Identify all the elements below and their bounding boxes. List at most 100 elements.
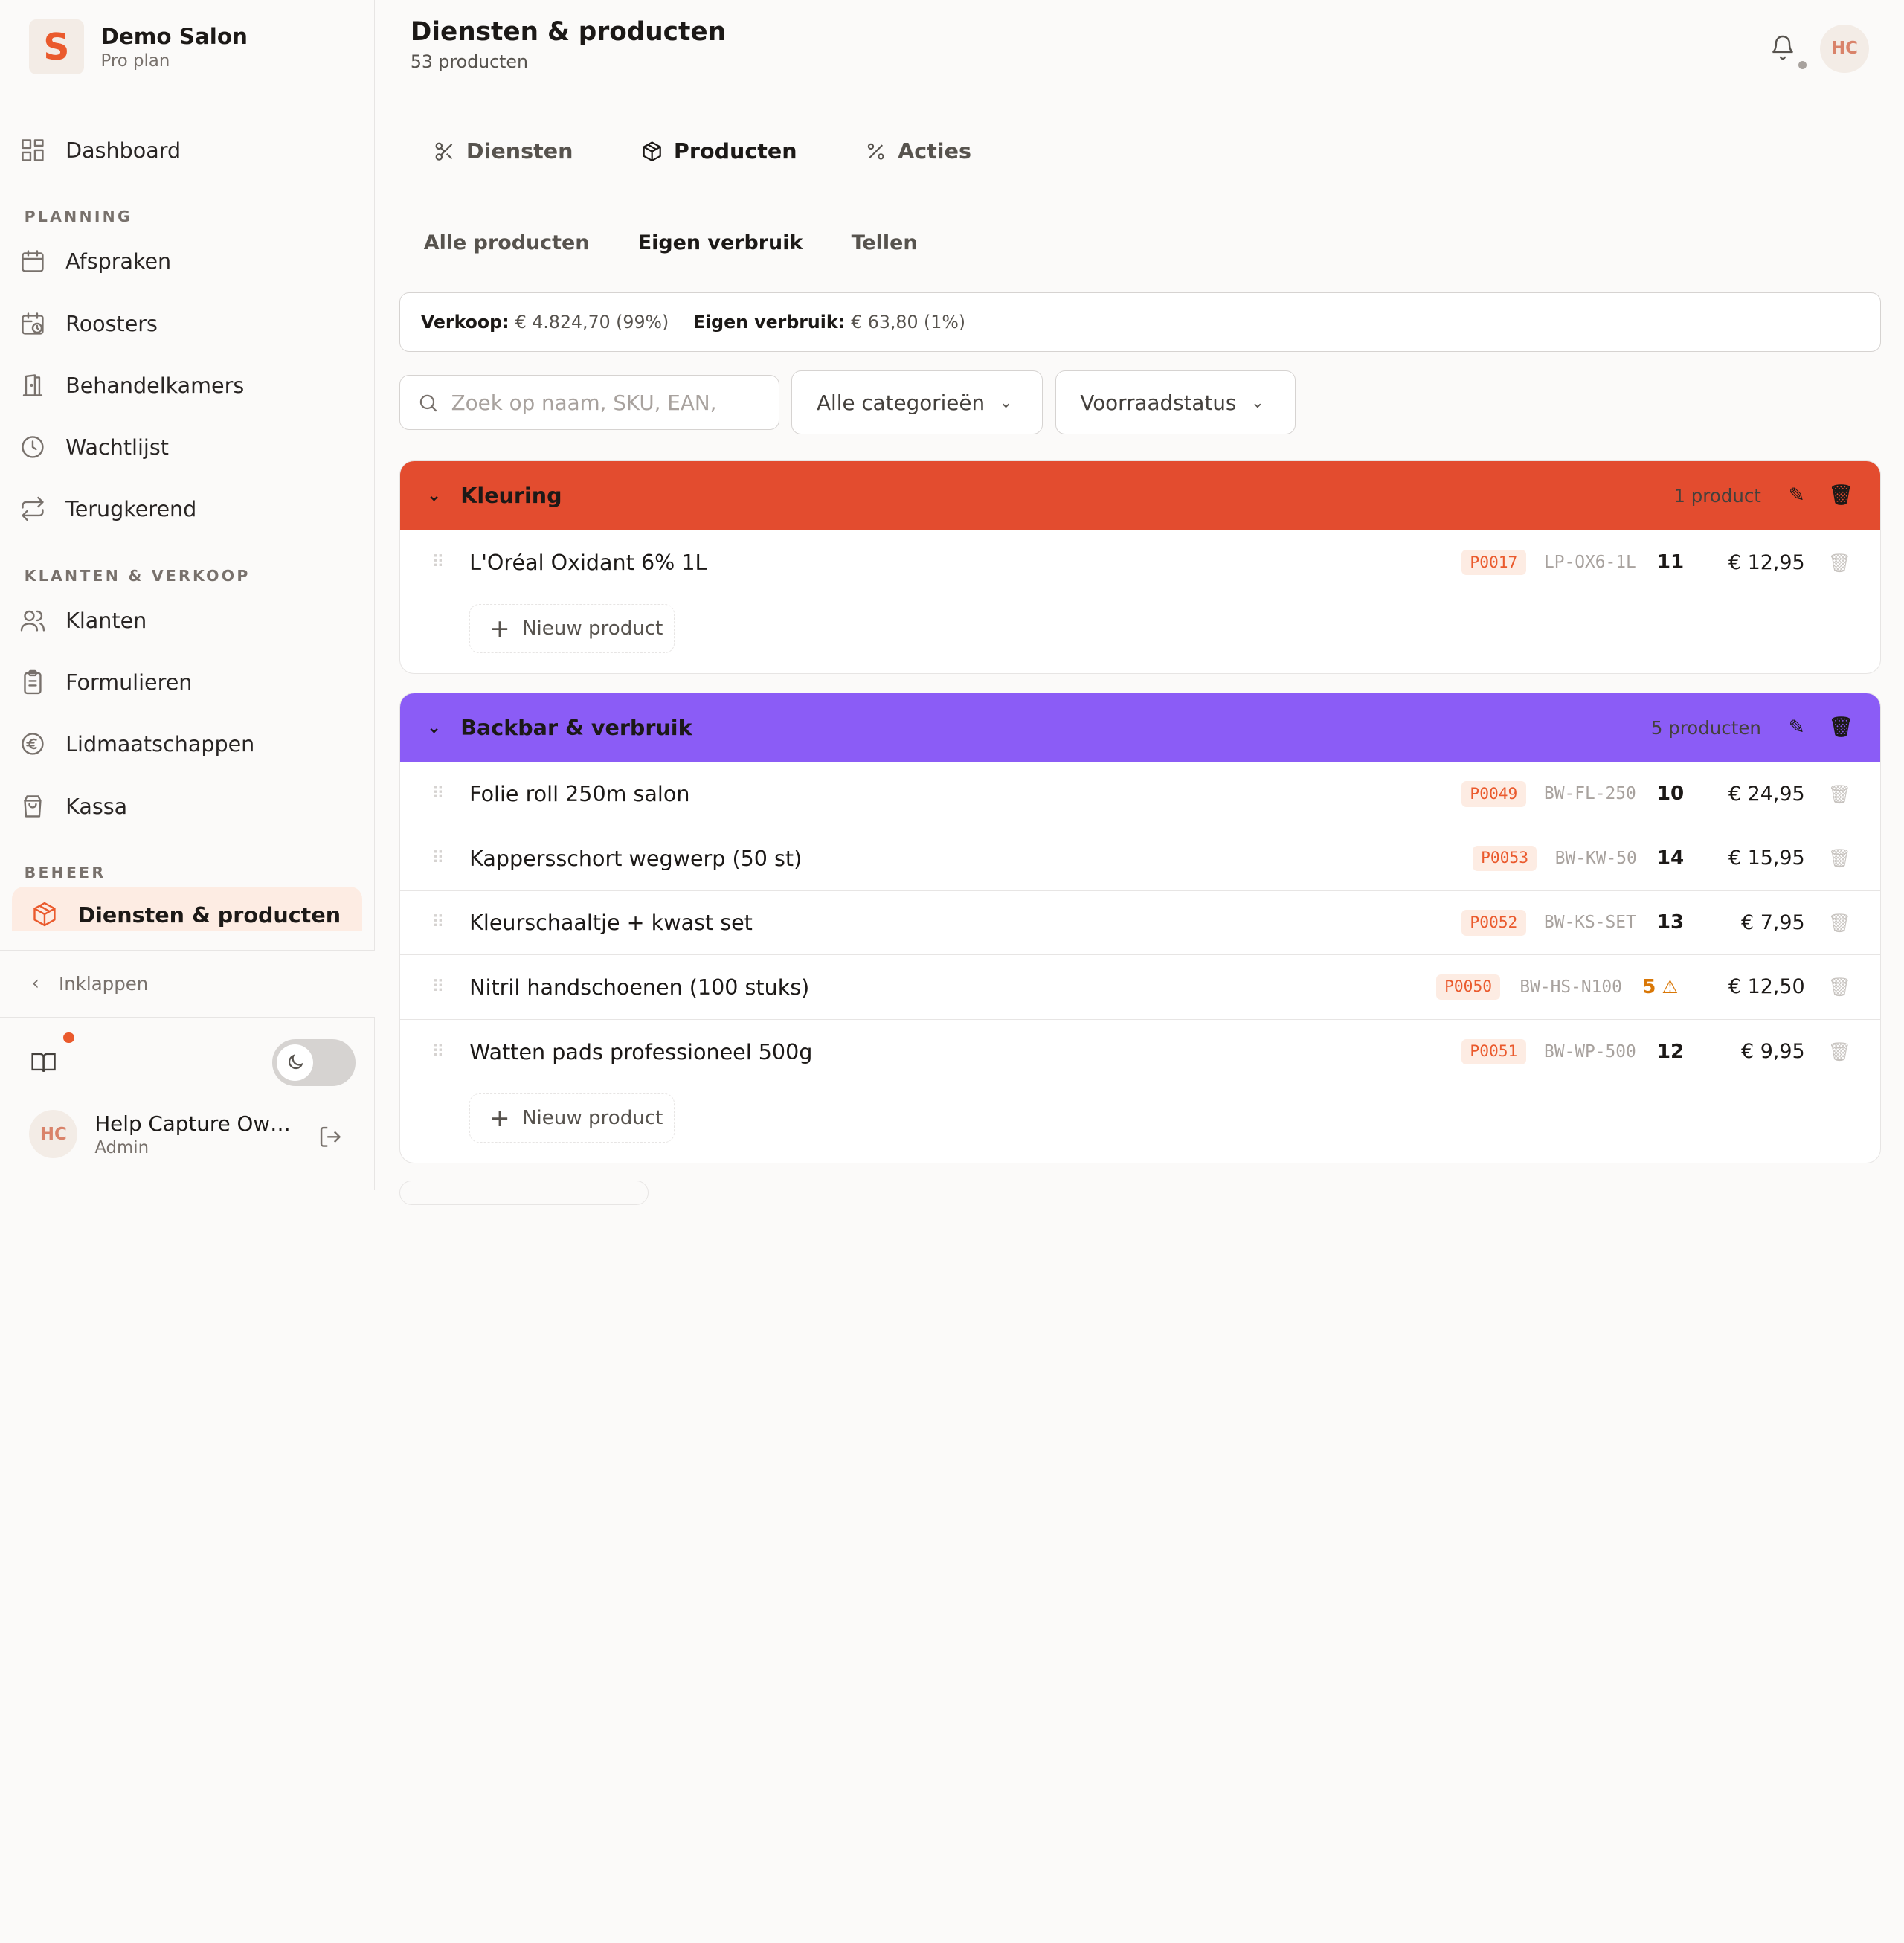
- category-group-backbar: ⌄ Backbar & verbruik 5 producten ✎ 🗑 ⠿ F…: [399, 692, 1881, 1164]
- collapse-sidebar-button[interactable]: ‹ Inklappen: [0, 949, 376, 1018]
- tab-diensten[interactable]: Diensten: [399, 118, 607, 184]
- notifications-button[interactable]: [1769, 34, 1807, 70]
- product-sku: BW-KS-SET: [1544, 913, 1636, 933]
- trash-icon[interactable]: 🗑: [1828, 847, 1851, 869]
- sidebar-nav: Dashboard PLANNING Afspraken Roosters Be…: [0, 94, 374, 931]
- user-role: Admin: [94, 1137, 149, 1157]
- search-input[interactable]: [451, 390, 755, 415]
- product-price: € 9,95: [1741, 1040, 1805, 1064]
- grid-icon: [22, 138, 44, 161]
- sidebar-item-diensten-producten[interactable]: Diensten & producten: [12, 886, 363, 931]
- salon-logo: S: [29, 19, 84, 74]
- product-stock: 14: [1656, 847, 1685, 870]
- product-stock: 11: [1656, 551, 1685, 574]
- trash-icon[interactable]: 🗑: [1829, 484, 1853, 507]
- pencil-icon[interactable]: ✎: [1789, 716, 1805, 739]
- product-row[interactable]: ⠿ Kleurschaaltje + kwast set P0052 BW-KS…: [400, 891, 1880, 956]
- trash-icon[interactable]: 🗑: [1828, 552, 1851, 574]
- trash-icon[interactable]: 🗑: [1828, 1041, 1851, 1062]
- clipboard-icon: [24, 670, 42, 695]
- drag-handle-icon[interactable]: ⠿: [432, 913, 445, 932]
- group-header[interactable]: ⌄ Backbar & verbruik 5 producten ✎ 🗑: [400, 693, 1880, 762]
- new-product-button[interactable]: + Nieuw product: [469, 1093, 675, 1143]
- sidebar-item-label: Roosters: [65, 310, 158, 336]
- drag-handle-icon[interactable]: ⠿: [432, 849, 445, 868]
- product-code: P0053: [1472, 845, 1537, 872]
- product-sku: BW-WP-500: [1544, 1041, 1636, 1062]
- sidebar-item-dashboard[interactable]: Dashboard: [0, 119, 374, 181]
- subtab-eigen-verbruik[interactable]: Eigen verbruik: [614, 231, 827, 254]
- trash-icon[interactable]: 🗑: [1828, 976, 1851, 998]
- collapse-label: Inklappen: [59, 972, 149, 995]
- sidebar-item-afspraken[interactable]: Afspraken: [0, 231, 374, 292]
- sidebar-item-klanten[interactable]: Klanten: [0, 589, 374, 651]
- calendar-clock-icon: [22, 312, 44, 335]
- sidebar-item-terugkerend[interactable]: Terugkerend: [0, 478, 374, 540]
- door-icon: [22, 374, 43, 396]
- stock-status-select[interactable]: Voorraadstatus ⌄: [1055, 370, 1296, 435]
- sidebar-item-kassa[interactable]: Kassa: [0, 775, 374, 837]
- drag-handle-icon[interactable]: ⠿: [432, 1042, 445, 1062]
- category-select-value: Alle categorieën: [817, 390, 985, 415]
- sidebar-item-wachtlijst[interactable]: Wachtlijst: [0, 416, 374, 478]
- tab-label: Acties: [898, 138, 971, 164]
- brand: S Demo Salon Pro plan: [0, 0, 375, 95]
- product-name: Folie roll 250m salon: [469, 781, 690, 807]
- drag-handle-icon[interactable]: ⠿: [432, 784, 445, 803]
- status-dot: [1798, 60, 1807, 70]
- product-name: Watten pads professioneel 500g: [469, 1038, 813, 1064]
- chevron-down-icon[interactable]: ⌄: [427, 718, 441, 737]
- search-icon: [419, 394, 437, 411]
- logout-icon[interactable]: [318, 1125, 343, 1154]
- chevron-down-icon: ⌄: [999, 393, 1013, 412]
- subtab-alle-producten[interactable]: Alle producten: [399, 231, 614, 254]
- product-code: P0049: [1461, 780, 1526, 807]
- product-row[interactable]: ⠿ Kappersschort wegwerp (50 st) P0053 BW…: [400, 826, 1880, 891]
- sidebar-item-behandelkamers[interactable]: Behandelkamers: [0, 354, 374, 416]
- main-content: Diensten & producten 53 producten HC Die…: [375, 0, 1903, 1205]
- bell-icon: [1772, 35, 1793, 60]
- sidebar-item-lidmaatschappen[interactable]: Lidmaatschappen: [0, 713, 374, 775]
- group-name: Backbar & verbruik: [460, 715, 692, 741]
- trash-icon[interactable]: 🗑: [1828, 783, 1851, 805]
- product-code: P0050: [1435, 974, 1501, 1001]
- tab-acties[interactable]: Acties: [831, 118, 1005, 184]
- sidebar-item-label: Lidmaatschappen: [65, 731, 255, 757]
- subtab-tellen[interactable]: Tellen: [827, 231, 942, 254]
- drag-handle-icon[interactable]: ⠿: [432, 553, 445, 572]
- eigen-verbruik-label: Eigen verbruik:: [692, 312, 846, 333]
- clock-icon: [22, 436, 44, 458]
- new-product-button[interactable]: + Nieuw product: [469, 604, 675, 653]
- tab-producten[interactable]: Producten: [607, 118, 831, 184]
- pencil-icon[interactable]: ✎: [1789, 484, 1805, 507]
- product-sku: BW-KW-50: [1554, 848, 1637, 868]
- product-stock: 13: [1656, 911, 1685, 934]
- new-product-label: Nieuw product: [521, 1106, 663, 1129]
- trash-icon[interactable]: 🗑: [1829, 716, 1853, 739]
- trash-icon[interactable]: 🗑: [1828, 912, 1851, 934]
- user-profile[interactable]: HC Help Capture Ow… Admin: [29, 1110, 291, 1159]
- group-header[interactable]: ⌄ Kleuring 1 product ✎ 🗑: [400, 460, 1880, 530]
- sidebar-item-roosters[interactable]: Roosters: [0, 292, 374, 354]
- page-subtitle: 53 producten: [410, 51, 528, 72]
- section-planning: PLANNING: [24, 208, 132, 226]
- help-guide-button[interactable]: [29, 1032, 74, 1076]
- avatar[interactable]: HC: [1820, 24, 1869, 73]
- search-field[interactable]: [399, 375, 780, 430]
- product-row[interactable]: ⠿ L'Oréal Oxidant 6% 1L P0017 LP-OX6-1L …: [400, 530, 1880, 595]
- product-row[interactable]: ⠿ Nitril handschoenen (100 stuks) P0050 …: [400, 955, 1880, 1020]
- dark-mode-toggle[interactable]: [271, 1039, 356, 1086]
- drag-handle-icon[interactable]: ⠿: [432, 977, 445, 997]
- calendar-icon: [22, 250, 44, 272]
- product-price: € 12,95: [1728, 550, 1805, 574]
- product-row[interactable]: ⠿ Folie roll 250m salon P0049 BW-FL-250 …: [400, 762, 1880, 827]
- package-icon: [643, 141, 661, 161]
- sidebar-item-formulieren[interactable]: Formulieren: [0, 652, 374, 713]
- product-sku: LP-OX6-1L: [1544, 553, 1636, 573]
- stock-select-value: Voorraadstatus: [1080, 390, 1237, 415]
- category-select[interactable]: Alle categorieën ⌄: [791, 370, 1043, 435]
- chevron-down-icon[interactable]: ⌄: [427, 486, 441, 505]
- plus-icon: +: [489, 614, 510, 643]
- product-row[interactable]: ⠿ Watten pads professioneel 500g P0051 B…: [400, 1020, 1880, 1085]
- sidebar-item-label: Klanten: [65, 607, 147, 633]
